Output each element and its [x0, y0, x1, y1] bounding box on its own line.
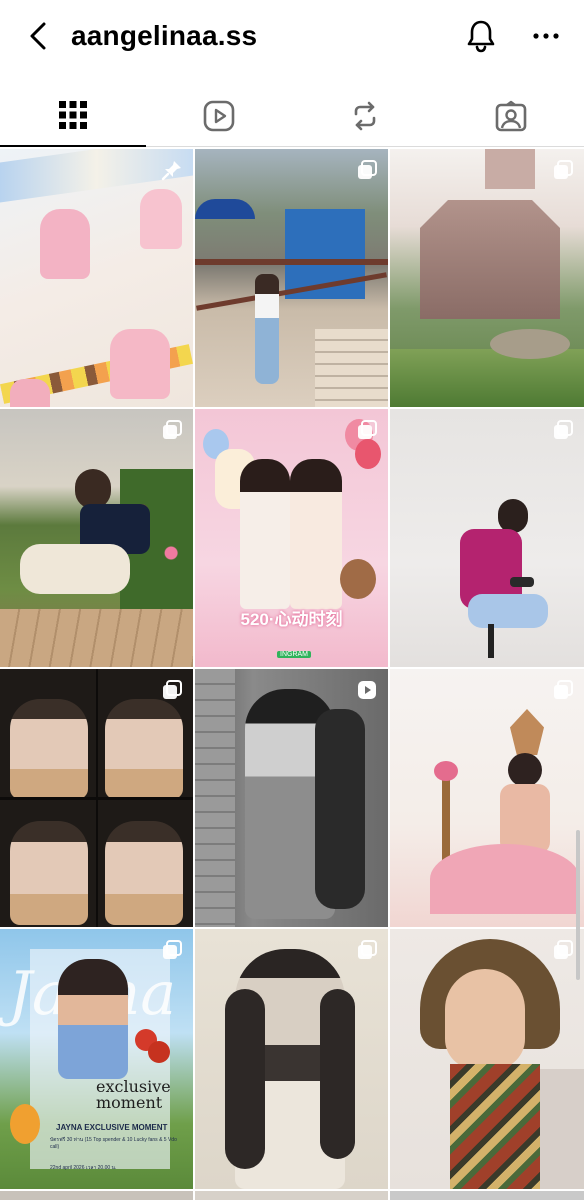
carousel-icon: [554, 940, 573, 959]
pin-icon: [161, 161, 181, 181]
carousel-icon: [163, 680, 182, 699]
post-thumbnail[interactable]: [0, 1191, 193, 1200]
carousel-icon: [358, 160, 377, 179]
more-options-button[interactable]: [526, 16, 566, 56]
scrollbar[interactable]: [576, 830, 580, 980]
back-button[interactable]: [20, 18, 56, 54]
post-overlay-details: บัตรฟรี 30 ท่าน (15 Top spender & 10 Luc…: [50, 1137, 177, 1150]
post-thumbnail[interactable]: [390, 929, 584, 1189]
post-thumbnail[interactable]: [195, 669, 388, 927]
carousel-icon: [358, 420, 377, 439]
tagged-icon: [495, 100, 527, 132]
post-thumbnail[interactable]: [390, 149, 584, 407]
carousel-icon: [358, 940, 377, 959]
bell-icon: [467, 20, 495, 53]
profile-tabs: [0, 92, 584, 147]
post-thumbnail[interactable]: [195, 929, 388, 1189]
post-thumbnail[interactable]: [0, 669, 193, 927]
post-thumbnail[interactable]: Jayna exclusive moment JAYNA EXCLUSIVE M…: [0, 929, 193, 1189]
post-overlay-date: 22nd april 2026 เวลา 20.00 น.: [50, 1165, 117, 1171]
post-thumbnail[interactable]: 520·心动时刻 INGRAM: [195, 409, 388, 667]
grid-icon: [59, 101, 87, 129]
carousel-icon: [163, 940, 182, 959]
post-overlay-headline: exclusive moment: [96, 1077, 171, 1112]
reels-icon: [203, 100, 235, 132]
carousel-icon: [554, 160, 573, 179]
chevron-left-icon: [30, 22, 46, 50]
tab-grid[interactable]: [0, 92, 146, 147]
reel-icon: [358, 681, 376, 699]
carousel-icon: [554, 680, 573, 699]
post-thumbnail[interactable]: [195, 1191, 388, 1200]
post-thumbnail[interactable]: [390, 1191, 584, 1200]
repost-icon: [354, 101, 376, 131]
profile-header: aangelinaa.ss: [0, 0, 584, 72]
post-thumbnail[interactable]: [390, 409, 584, 667]
notifications-button[interactable]: [462, 16, 500, 56]
profile-username: aangelinaa.ss: [71, 20, 258, 51]
tab-reels[interactable]: [146, 92, 292, 146]
tab-tagged[interactable]: [438, 92, 584, 146]
carousel-icon: [163, 420, 182, 439]
post-thumbnail[interactable]: [0, 409, 193, 667]
post-thumbnail[interactable]: [195, 149, 388, 407]
post-overlay-title: 520·心动时刻: [240, 610, 343, 629]
post-overlay-brand: INGRAM: [277, 651, 311, 658]
carousel-icon: [554, 420, 573, 439]
tab-reposts[interactable]: [292, 92, 438, 146]
post-overlay-caption: JAYNA EXCLUSIVE MOMENT: [56, 1123, 168, 1132]
post-thumbnail[interactable]: [0, 149, 193, 407]
post-thumbnail[interactable]: [390, 669, 584, 927]
more-horizontal-icon: [533, 33, 559, 39]
